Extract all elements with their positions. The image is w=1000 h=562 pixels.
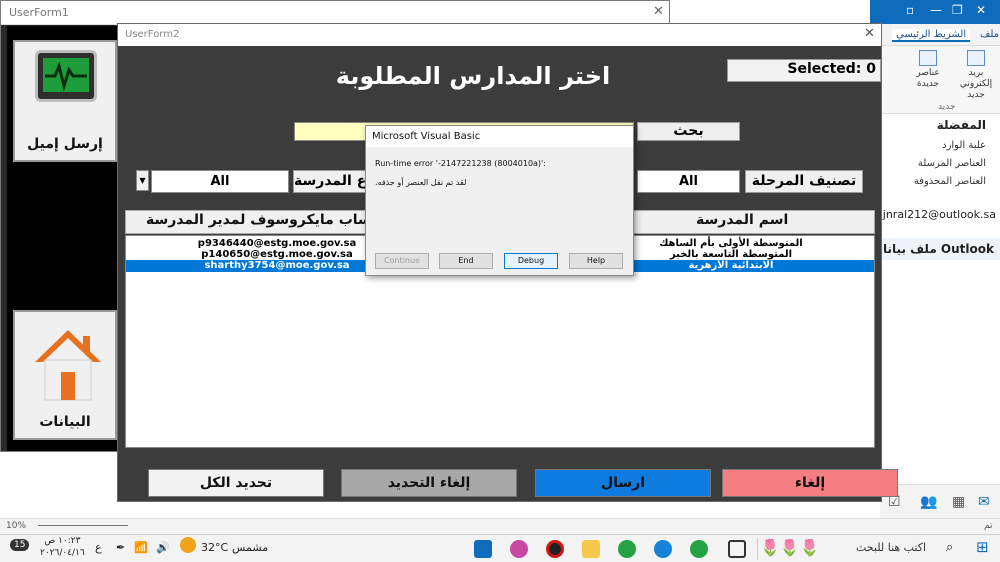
outlook-title-bar: — ❐ ✕ ▫ <box>870 0 1000 24</box>
debug-button[interactable]: Debug <box>504 253 558 269</box>
tab-home[interactable]: الشريط الرئيسي <box>892 29 971 42</box>
search-button[interactable]: بحث <box>637 122 740 141</box>
continue-button[interactable]: Continue <box>375 253 429 269</box>
clock[interactable]: ١٠:٢٣ ص ٢٠٢٦/٠٤/١٦ <box>40 535 85 559</box>
cancel-button[interactable]: إلغاء <box>722 469 898 497</box>
mail-module-icon[interactable]: ✉ <box>978 494 990 510</box>
userform1-side-panel: إرسل إميل البيانات <box>7 26 119 451</box>
vba-error-line: Run-time error '-2147221238 (8004010a)': <box>375 159 546 168</box>
page-title: اختر المدارس المطلوبة <box>335 62 611 90</box>
weather-sun-icon <box>180 537 196 553</box>
zoom-slider[interactable] <box>38 525 128 526</box>
userform2-title-bar: UserForm2 ✕ <box>118 24 881 46</box>
file-explorer-icon[interactable] <box>582 540 600 558</box>
userform2-close-icon[interactable]: ✕ <box>864 26 875 41</box>
userform2-title: UserForm2 <box>125 29 180 40</box>
new-email-button[interactable]: بريد إلكتروني جديد <box>956 50 996 101</box>
monitor-icon <box>35 50 97 102</box>
temperature[interactable]: 32°C <box>201 541 228 554</box>
outlook-ribbon-tabs: الشريط الرئيسي ملف <box>880 24 1000 46</box>
paint-app-icon[interactable] <box>510 540 528 558</box>
stage-filter-select[interactable]: All <box>637 170 740 193</box>
status-text: تم <box>984 521 993 531</box>
language-indicator[interactable]: ع <box>95 541 102 554</box>
vba-dialog-title: Microsoft Visual Basic <box>366 126 633 147</box>
search-icon: ⌕ <box>946 540 954 555</box>
stage-filter-label: تصنيف المرحلة <box>745 170 863 193</box>
column-principal-account: حساب مايكروسوف لمدير المدرسة <box>146 212 383 228</box>
outlook-module-bar: ✉ ▦ 👥 ☑ <box>880 484 1000 518</box>
outlook-app-icon[interactable] <box>474 540 492 558</box>
favorites-header[interactable]: المفضلة <box>937 118 986 132</box>
ribbon-options-icon[interactable]: ▫ <box>906 3 914 17</box>
end-button[interactable]: End <box>439 253 493 269</box>
search-placeholder: اكتب هنا للبحث <box>856 541 927 554</box>
pen-icon[interactable]: ✒ <box>116 541 125 554</box>
volume-icon[interactable]: 🔊 <box>156 541 170 554</box>
zoom-level: 10% <box>6 521 27 531</box>
selected-count: Selected: 0 <box>727 59 881 82</box>
account-header[interactable]: Aljnral212@outlook.sa <box>872 208 996 221</box>
deselect-button[interactable]: إلغاء التحديد <box>341 469 517 497</box>
userform1-title: UserForm1 <box>9 6 69 19</box>
send-button[interactable]: ارسال <box>535 469 711 497</box>
maximize-icon[interactable]: ❐ <box>952 3 963 17</box>
outlook-folder-pane: المفضلة علبة الوارد العناصر المرسلة العن… <box>864 114 1000 484</box>
column-school-name: اسم المدرسة <box>696 212 789 228</box>
start-icon[interactable]: ⊞ <box>976 538 989 556</box>
new-items-button[interactable]: عناصر جديدة <box>908 50 948 90</box>
data-button[interactable]: البيانات <box>13 310 117 440</box>
weather-text[interactable]: مشمس <box>232 541 268 554</box>
notification-badge[interactable]: 15 <box>10 539 30 551</box>
folder-inbox[interactable]: علبة الوارد <box>942 140 986 151</box>
minimize-icon[interactable]: — <box>930 3 942 17</box>
taskbar: 15 ١٠:٢٣ ص ٢٠٢٦/٠٤/١٦ ع ✒ 📶 🔊 32°C مشمس … <box>0 534 1000 562</box>
userform1-title-bar: UserForm1 ✕ <box>1 1 669 25</box>
taskbar-search[interactable]: اكتب هنا للبحث ⌕ 🌷🌷🌷 <box>757 538 967 560</box>
userform1-close-icon[interactable]: ✕ <box>653 4 664 19</box>
mail-icon <box>967 50 985 66</box>
tulips-icon: 🌷🌷🌷 <box>760 538 820 557</box>
vba-error-message: لقد تم نقل العنصر أو حذفه. <box>375 178 467 187</box>
outlook-ribbon: بريد إلكتروني جديد عناصر جديدة جديد <box>880 46 1000 114</box>
people-module-icon[interactable]: 👥 <box>920 494 937 510</box>
tab-file[interactable]: ملف <box>980 29 999 40</box>
send-email-button[interactable]: إرسل إميل <box>13 40 117 162</box>
edge-app-icon[interactable] <box>654 540 672 558</box>
select-all-button[interactable]: تحديد الكل <box>148 469 324 497</box>
record-app-icon[interactable] <box>546 540 564 558</box>
folder-sent[interactable]: العناصر المرسلة <box>918 158 986 169</box>
house-icon <box>35 330 101 401</box>
school-type-select[interactable]: All <box>151 170 289 193</box>
ribbon-group-new: جديد <box>938 102 956 112</box>
data-file-header[interactable]: ملف بيانات Outlook <box>864 238 1000 260</box>
help-button[interactable]: Help <box>569 253 623 269</box>
wifi-icon[interactable]: 📶 <box>134 541 148 554</box>
task-view-icon[interactable] <box>728 540 746 558</box>
folder-deleted[interactable]: العناصر المحذوفة <box>914 176 986 187</box>
close-icon[interactable]: ✕ <box>976 3 986 17</box>
outlook-status-bar: 10% تم <box>0 518 1000 534</box>
new-items-icon <box>919 50 937 66</box>
whatsapp2-app-icon[interactable] <box>690 540 708 558</box>
school-type-dropdown-arrow[interactable]: ▼ <box>136 170 149 191</box>
school-type-label: ع المدرسة <box>293 170 367 193</box>
calendar-module-icon[interactable]: ▦ <box>952 494 965 510</box>
whatsapp-app-icon[interactable] <box>618 540 636 558</box>
vba-error-dialog: Microsoft Visual Basic Run-time error '-… <box>365 125 634 276</box>
